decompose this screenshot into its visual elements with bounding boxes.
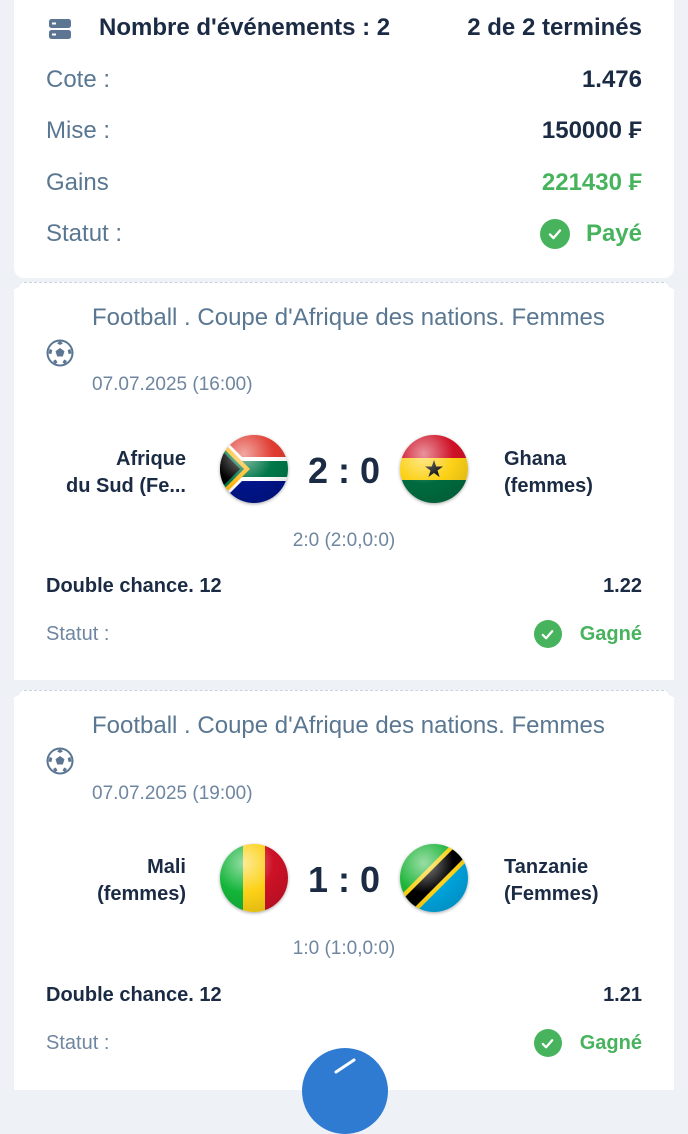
tanzania-flag-icon <box>400 844 468 912</box>
event-status-badge: Gagné <box>533 1029 642 1057</box>
ticket-notch <box>7 683 21 697</box>
status-value: Payé <box>585 220 642 247</box>
winnings-label: Gains <box>46 169 109 196</box>
events-list-icon <box>48 17 72 41</box>
event-status-label: Statut : <box>46 1031 110 1054</box>
bet-market: Double chance. 12 <box>46 984 222 1006</box>
odds-value: 1.476 <box>581 66 642 93</box>
ticket-notch <box>667 275 681 289</box>
check-icon <box>533 1029 562 1057</box>
match-score: 2 : 0 <box>307 450 381 491</box>
football-icon <box>46 339 74 367</box>
floating-action-button[interactable] <box>302 1048 388 1134</box>
south-africa-flag-icon <box>220 435 288 503</box>
event-status-row: Statut : Gagné <box>46 620 642 648</box>
odds-row: Cote : 1.476 <box>46 66 642 94</box>
event-title: Football . Coupe d'Afrique des nations. … <box>92 712 605 739</box>
event-date: 07.07.2025 (19:00) <box>92 783 253 804</box>
ticket-notch <box>667 683 681 697</box>
event-status-badge: Gagné <box>533 620 642 648</box>
bet-odds: 1.22 <box>603 575 642 597</box>
bet-odds: 1.21 <box>603 984 642 1006</box>
stake-row: Mise : 150000 ₣ <box>46 117 642 145</box>
event-status-value: Gagné <box>579 622 642 645</box>
ghana-flag-icon <box>400 435 468 503</box>
event-status-label: Statut : <box>46 622 110 645</box>
ticket-notch <box>7 275 21 289</box>
event-title: Football . Coupe d'Afrique des nations. … <box>92 304 605 331</box>
bet-row: Double chance. 12 1.22 <box>46 575 642 598</box>
football-icon <box>46 747 74 775</box>
score-detail: 2:0 (2:0,0:0) <box>292 530 396 551</box>
away-team-name: Tanzanie (Femmes) <box>504 856 599 905</box>
events-count: Nombre d'événements : 2 <box>99 14 391 41</box>
away-team-name: Ghana (femmes) <box>504 448 593 497</box>
odds-label: Cote : <box>46 66 111 93</box>
status-badge: Payé <box>539 219 642 249</box>
score-detail: 1:0 (1:0,0:0) <box>292 938 396 959</box>
divider <box>14 690 674 691</box>
match-score: 1 : 0 <box>307 859 381 900</box>
share-icon <box>332 1056 358 1081</box>
winnings-row: Gains 221430 ₣ <box>46 169 642 197</box>
event-status-value: Gagné <box>579 1031 642 1054</box>
event-date: 07.07.2025 (16:00) <box>92 374 253 395</box>
check-icon <box>539 219 570 249</box>
bet-row: Double chance. 12 1.21 <box>46 984 642 1007</box>
status-label: Statut : <box>46 220 123 247</box>
winnings-value: 221430 ₣ <box>541 169 642 196</box>
home-team-name: Mali (femmes) <box>97 856 186 905</box>
stake-value: 150000 ₣ <box>541 117 642 144</box>
mali-flag-icon <box>220 844 288 912</box>
stake-label: Mise : <box>46 117 111 144</box>
check-icon <box>533 620 562 648</box>
status-row: Statut : Payé <box>46 219 642 249</box>
home-team-name: Afrique du Sud (Fe... <box>66 448 186 497</box>
events-finished: 2 de 2 terminés <box>467 14 642 41</box>
bet-market: Double chance. 12 <box>46 575 222 597</box>
divider <box>14 282 674 283</box>
